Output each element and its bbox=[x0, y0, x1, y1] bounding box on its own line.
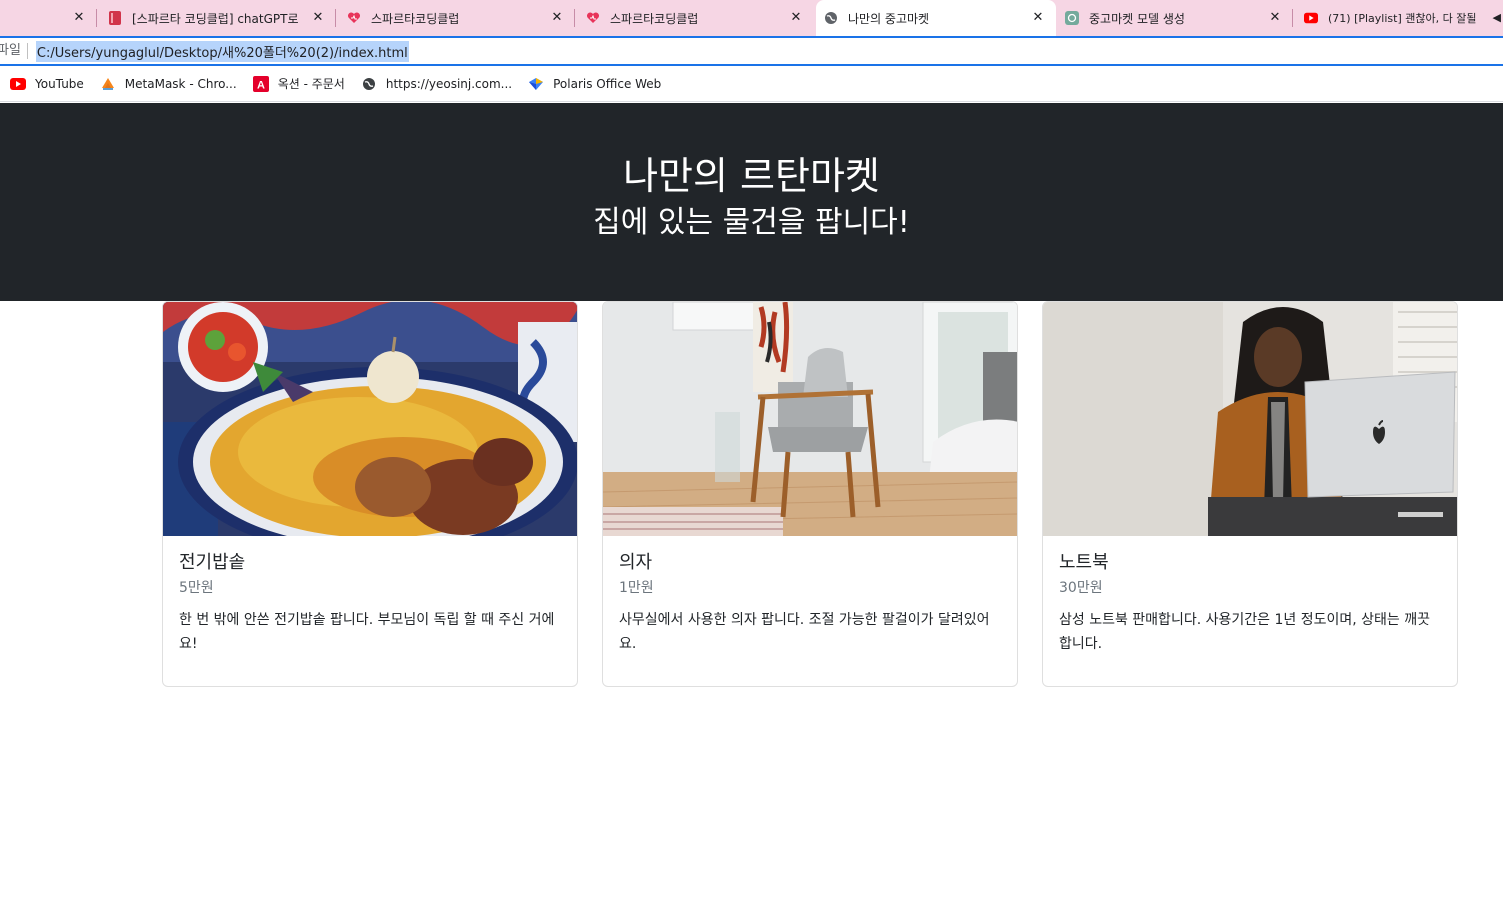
heart-icon bbox=[586, 11, 600, 25]
tab-separator bbox=[574, 9, 575, 27]
card-body: 전기밥솥 5만원 한 번 밖에 안쓴 전기밥솥 팝니다. 부모님이 독립 할 때… bbox=[163, 536, 577, 670]
bookmark-label: MetaMask - Chro... bbox=[124, 76, 237, 91]
bookmark-label: Polaris Office Web bbox=[553, 76, 662, 91]
laptop-woman-image bbox=[1043, 302, 1457, 536]
svg-text:A: A bbox=[257, 79, 265, 91]
card-description: 삼성 노트북 판매합니다. 사용기간은 1년 정도이며, 상태는 깨끗합니다. bbox=[1059, 612, 1430, 652]
bookmark-red-icon bbox=[108, 11, 122, 25]
product-card[interactable]: 전기밥솥 5만원 한 번 밖에 안쓴 전기밥솥 팝니다. 부모님이 독립 할 때… bbox=[162, 301, 578, 687]
product-card[interactable]: 의자 1만원 사무실에서 사용한 의자 팝니다. 조절 가능한 팔걸이가 달려있… bbox=[602, 301, 1018, 687]
close-icon[interactable]: ✕ bbox=[310, 10, 326, 26]
speaker-icon[interactable]: ◀ bbox=[1493, 11, 1501, 24]
card-title: 의자 bbox=[619, 552, 653, 573]
heart-icon bbox=[347, 11, 361, 25]
close-icon[interactable]: ✕ bbox=[1030, 10, 1046, 26]
tab-title: 스파르타코딩클럽 bbox=[610, 11, 699, 26]
tab-5[interactable]: 중고마켓 모델 생성 ✕ bbox=[1057, 0, 1293, 36]
globe-icon bbox=[824, 11, 838, 25]
armchair-image bbox=[603, 302, 1017, 536]
tab-2[interactable]: 스파르타코딩클럽 ✕ bbox=[339, 0, 575, 36]
card-description: 사무실에서 사용한 의자 팝니다. 조절 가능한 팔걸이가 달려있어요. bbox=[619, 612, 990, 652]
card-description: 한 번 밖에 안쓴 전기밥솥 팝니다. 부모님이 독립 할 때 주신 거에요! bbox=[179, 612, 555, 652]
polaris-icon bbox=[528, 76, 544, 92]
tab-title: 나만의 중고마켓 bbox=[848, 11, 930, 26]
youtube-icon bbox=[10, 76, 26, 92]
card-price: 1만원 bbox=[619, 580, 654, 596]
chatgpt-icon bbox=[1065, 11, 1079, 25]
address-url[interactable]: C:/Users/yungaglul/Desktop/새%20폴더%20(2)/… bbox=[35, 40, 409, 62]
close-icon[interactable]: ✕ bbox=[788, 10, 804, 26]
close-icon[interactable]: ✕ bbox=[549, 10, 565, 26]
close-icon[interactable]: ✕ bbox=[71, 10, 87, 26]
globe-icon bbox=[361, 76, 377, 92]
page-subtitle: 집에 있는 물건을 팝니다! bbox=[593, 205, 910, 240]
bookmark-label: 옥션 - 주문서 bbox=[277, 77, 345, 91]
bookmark-metamask[interactable]: MetaMask - Chro... bbox=[100, 76, 237, 92]
tab-title: 중고마켓 모델 생성 bbox=[1089, 11, 1185, 26]
tab-active[interactable]: 나만의 중고마켓 ✕ bbox=[816, 0, 1056, 36]
bookmark-youtube[interactable]: YouTube bbox=[10, 76, 84, 92]
tab-separator bbox=[96, 9, 97, 27]
product-card[interactable]: 노트북 30만원 삼성 노트북 판매합니다. 사용기간은 1년 정도이며, 상태… bbox=[1042, 301, 1458, 687]
close-icon[interactable]: ✕ bbox=[1267, 10, 1283, 26]
tab-strip: ✕ [스파르타 코딩클럽] chatGPT로 ✕ 스파르타코딩클럽 ✕ 스파르타… bbox=[0, 0, 1503, 36]
address-scheme-label: 파일 bbox=[0, 43, 28, 59]
card-body: 의자 1만원 사무실에서 사용한 의자 팝니다. 조절 가능한 팔걸이가 달려있… bbox=[603, 536, 1017, 670]
tab-0[interactable]: ✕ bbox=[0, 0, 97, 36]
tab-separator bbox=[1292, 9, 1293, 27]
card-title: 전기밥솥 bbox=[179, 552, 246, 573]
bookmark-auction[interactable]: A 옥션 - 주문서 bbox=[252, 75, 345, 92]
tab-title: (71) [Playlist] 괜찮아, 다 잘될 bbox=[1328, 12, 1477, 25]
tab-3[interactable]: 스파르타코딩클럽 ✕ bbox=[578, 0, 814, 36]
card-price: 30만원 bbox=[1059, 580, 1103, 596]
bookmark-label: https://yeosinj.com... bbox=[385, 76, 513, 91]
youtube-icon bbox=[1304, 11, 1318, 25]
bookmark-yeosinj[interactable]: https://yeosinj.com... bbox=[361, 76, 512, 92]
auction-icon: A bbox=[252, 75, 269, 92]
tab-separator bbox=[335, 9, 336, 27]
page-title: 나만의 르탄마켓 bbox=[623, 154, 880, 198]
hero-banner: 나만의 르탄마켓 집에 있는 물건을 팝니다! bbox=[0, 103, 1503, 301]
bookmark-polaris[interactable]: Polaris Office Web bbox=[528, 76, 661, 92]
bookmark-label: YouTube bbox=[35, 76, 84, 91]
tab-6[interactable]: (71) [Playlist] 괜찮아, 다 잘될 ◀ bbox=[1296, 0, 1503, 36]
food-plate-image bbox=[163, 302, 577, 536]
metamask-icon bbox=[100, 76, 116, 92]
card-price: 5만원 bbox=[179, 580, 214, 596]
address-bar[interactable]: 파일 C:/Users/yungaglul/Desktop/새%20폴더%20(… bbox=[0, 36, 1503, 66]
card-title: 노트북 bbox=[1059, 552, 1109, 573]
card-grid: 전기밥솥 5만원 한 번 밖에 안쓴 전기밥솥 팝니다. 부모님이 독립 할 때… bbox=[162, 301, 1458, 687]
tab-title: 스파르타코딩클럽 bbox=[371, 11, 460, 26]
tab-1[interactable]: [스파르타 코딩클럽] chatGPT로 ✕ bbox=[100, 0, 336, 36]
tab-title: [스파르타 코딩클럽] chatGPT로 bbox=[132, 11, 299, 26]
card-body: 노트북 30만원 삼성 노트북 판매합니다. 사용기간은 1년 정도이며, 상태… bbox=[1043, 536, 1457, 670]
bookmarks-bar: YouTube MetaMask - Chro... A 옥션 - 주문서 ht… bbox=[0, 66, 1503, 102]
